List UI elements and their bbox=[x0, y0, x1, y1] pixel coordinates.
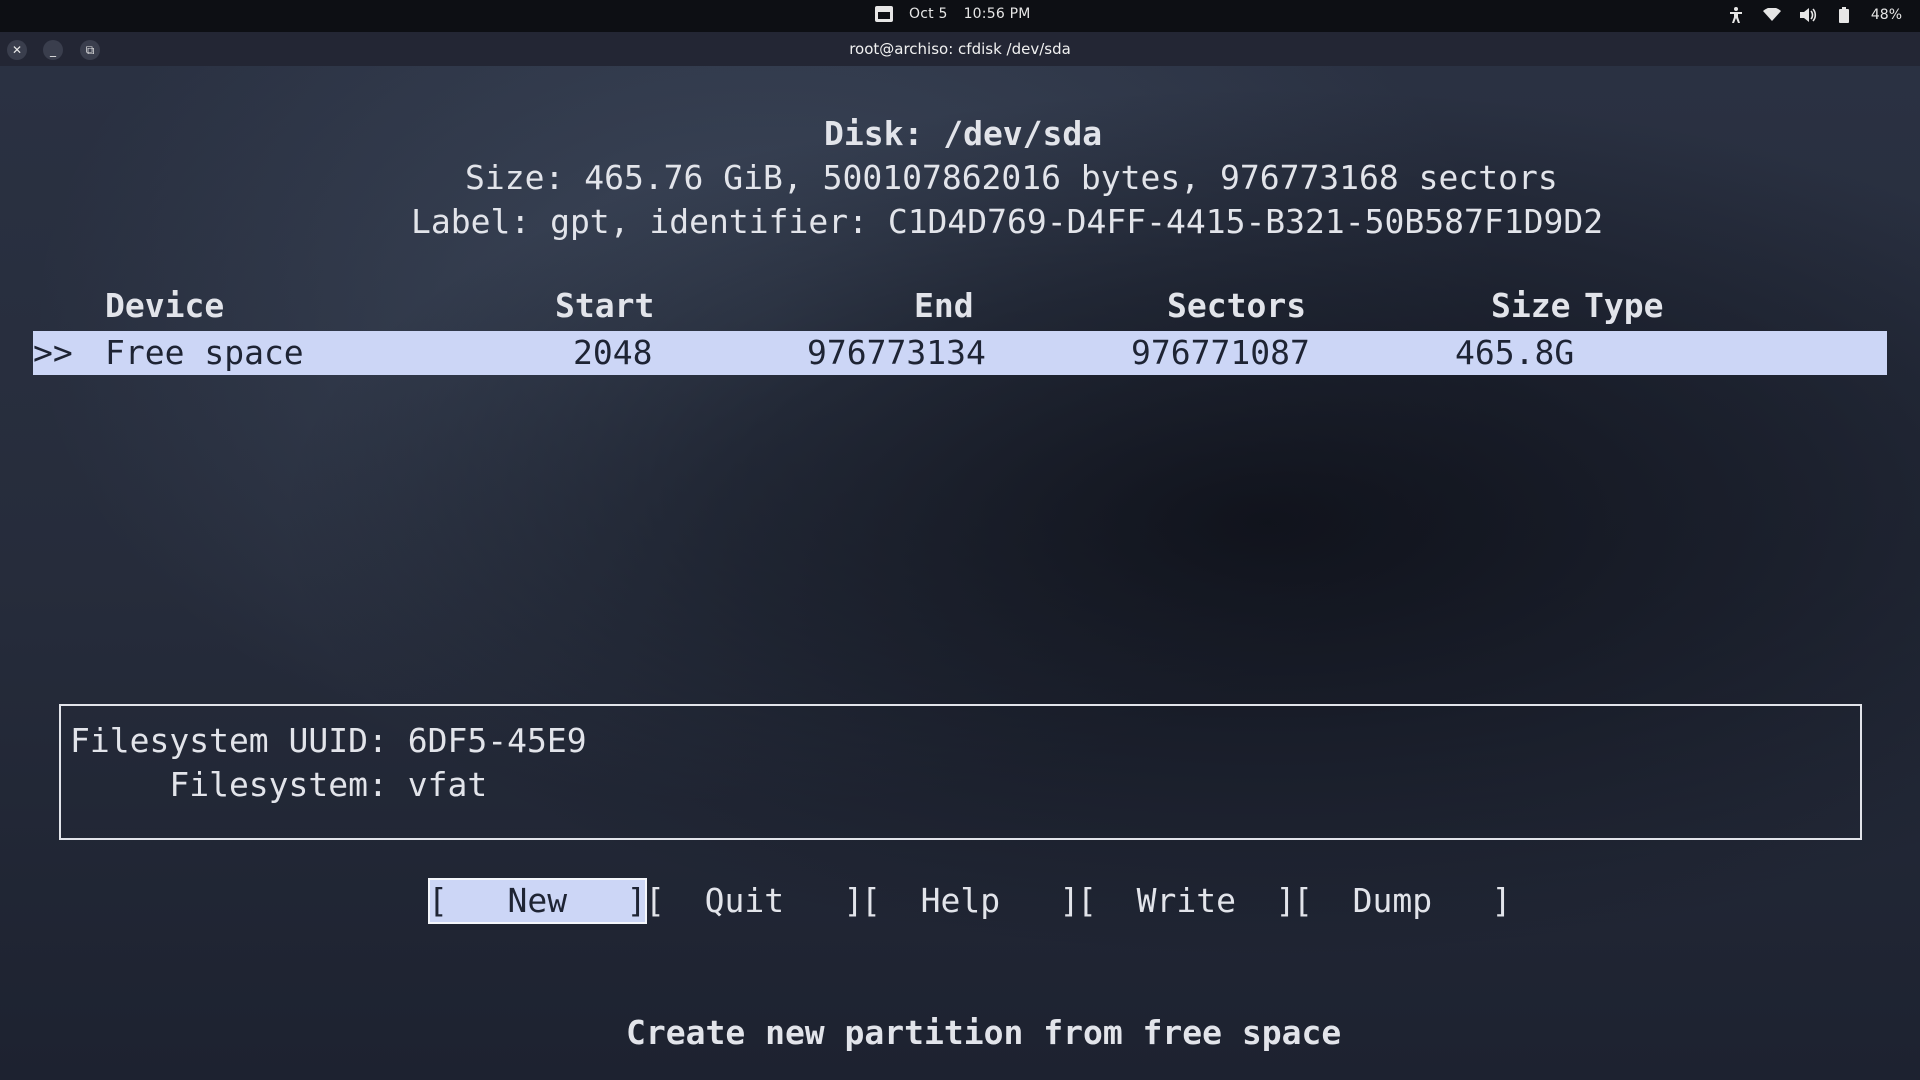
header-sectors: Sectors bbox=[1167, 286, 1307, 325]
disk-size-line: Size: 465.76 GiB, 500107862016 bytes, 97… bbox=[465, 158, 1558, 197]
system-top-bar: Oct 5 10:56 PM 48% bbox=[0, 0, 1920, 32]
terminal-area[interactable]: Disk: /dev/sda Size: 465.76 GiB, 5001078… bbox=[0, 66, 1920, 1080]
wifi-icon[interactable] bbox=[1762, 6, 1781, 24]
time-text: 10:56 PM bbox=[963, 6, 1031, 22]
help-button[interactable]: [ Help ] bbox=[861, 878, 1080, 924]
header-device: Device bbox=[105, 286, 225, 325]
clock-area[interactable]: Oct 5 10:56 PM bbox=[875, 6, 1031, 22]
battery-icon[interactable] bbox=[1835, 6, 1853, 24]
write-button[interactable]: [ Write ] bbox=[1077, 878, 1296, 924]
window-title-bar: ✕ _ ⧉ root@archiso: cfdisk /dev/sda bbox=[0, 32, 1920, 66]
row-device: Free space bbox=[105, 333, 304, 372]
system-status-area[interactable]: 48% bbox=[1727, 6, 1902, 24]
filesystem-uuid-line: Filesystem UUID: 6DF5-45E9 bbox=[70, 721, 587, 760]
new-button[interactable]: [ New ] bbox=[428, 878, 647, 924]
row-size: 465.8G bbox=[1455, 333, 1575, 372]
row-end: 976773134 bbox=[807, 333, 986, 372]
row-start: 2048 bbox=[573, 333, 653, 372]
row-sectors: 976771087 bbox=[1131, 333, 1310, 372]
battery-percentage: 48% bbox=[1870, 7, 1902, 23]
header-size: Size bbox=[1491, 286, 1571, 325]
partition-info-box: Filesystem UUID: 6DF5-45E9 Filesystem: v… bbox=[59, 704, 1862, 840]
date-text: Oct 5 bbox=[909, 6, 948, 22]
row-marker: >> bbox=[33, 333, 73, 372]
dump-button[interactable]: [ Dump ] bbox=[1293, 878, 1512, 924]
action-menu: [ New ] [ Quit ] [ Help ] [ Write ] [ Du… bbox=[0, 878, 1920, 924]
filesystem-type-line: Filesystem: vfat bbox=[70, 765, 488, 804]
window-title: root@archiso: cfdisk /dev/sda bbox=[849, 40, 1071, 58]
header-start: Start bbox=[555, 286, 655, 325]
accessibility-icon[interactable] bbox=[1727, 6, 1745, 24]
volume-icon[interactable] bbox=[1799, 6, 1817, 24]
header-end: End bbox=[914, 286, 974, 325]
quit-button[interactable]: [ Quit ] bbox=[645, 878, 864, 924]
calendar-icon bbox=[875, 6, 893, 22]
disk-label-line: Label: gpt, identifier: C1D4D769-D4FF-44… bbox=[411, 202, 1604, 241]
table-row[interactable]: >> Free space 2048 976773134 976771087 4… bbox=[33, 331, 1887, 375]
status-hint: Create new partition from free space bbox=[626, 1013, 1342, 1052]
header-type: Type bbox=[1584, 286, 1664, 325]
disk-heading: Disk: /dev/sda bbox=[824, 114, 1103, 153]
